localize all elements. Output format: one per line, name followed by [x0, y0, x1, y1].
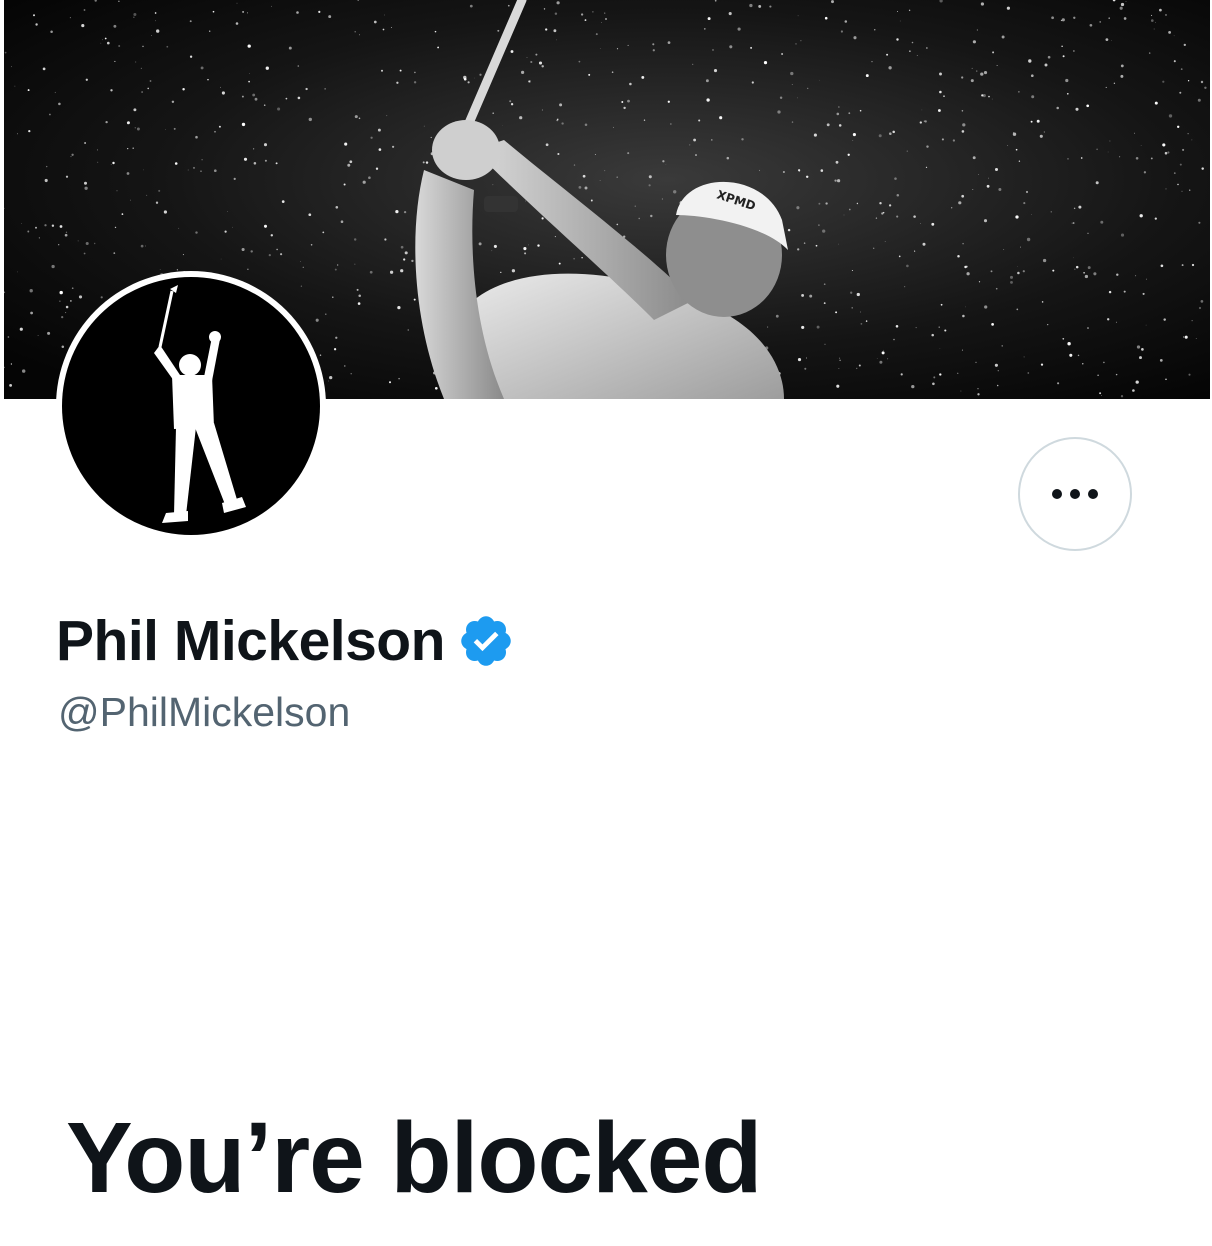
display-name: Phil Mickelson: [56, 609, 445, 673]
profile-avatar[interactable]: [56, 271, 326, 541]
avatar-image: [62, 277, 320, 535]
more-options-button[interactable]: [1018, 437, 1132, 551]
profile-handle: @PhilMickelson: [58, 689, 351, 735]
blocked-heading: You’re blocked: [66, 1102, 762, 1214]
profile-name-row: Phil Mickelson: [56, 606, 515, 676]
verified-badge-icon: [461, 616, 511, 666]
ellipsis-icon: [1052, 489, 1098, 499]
golfer-silhouette-icon: [154, 285, 246, 523]
